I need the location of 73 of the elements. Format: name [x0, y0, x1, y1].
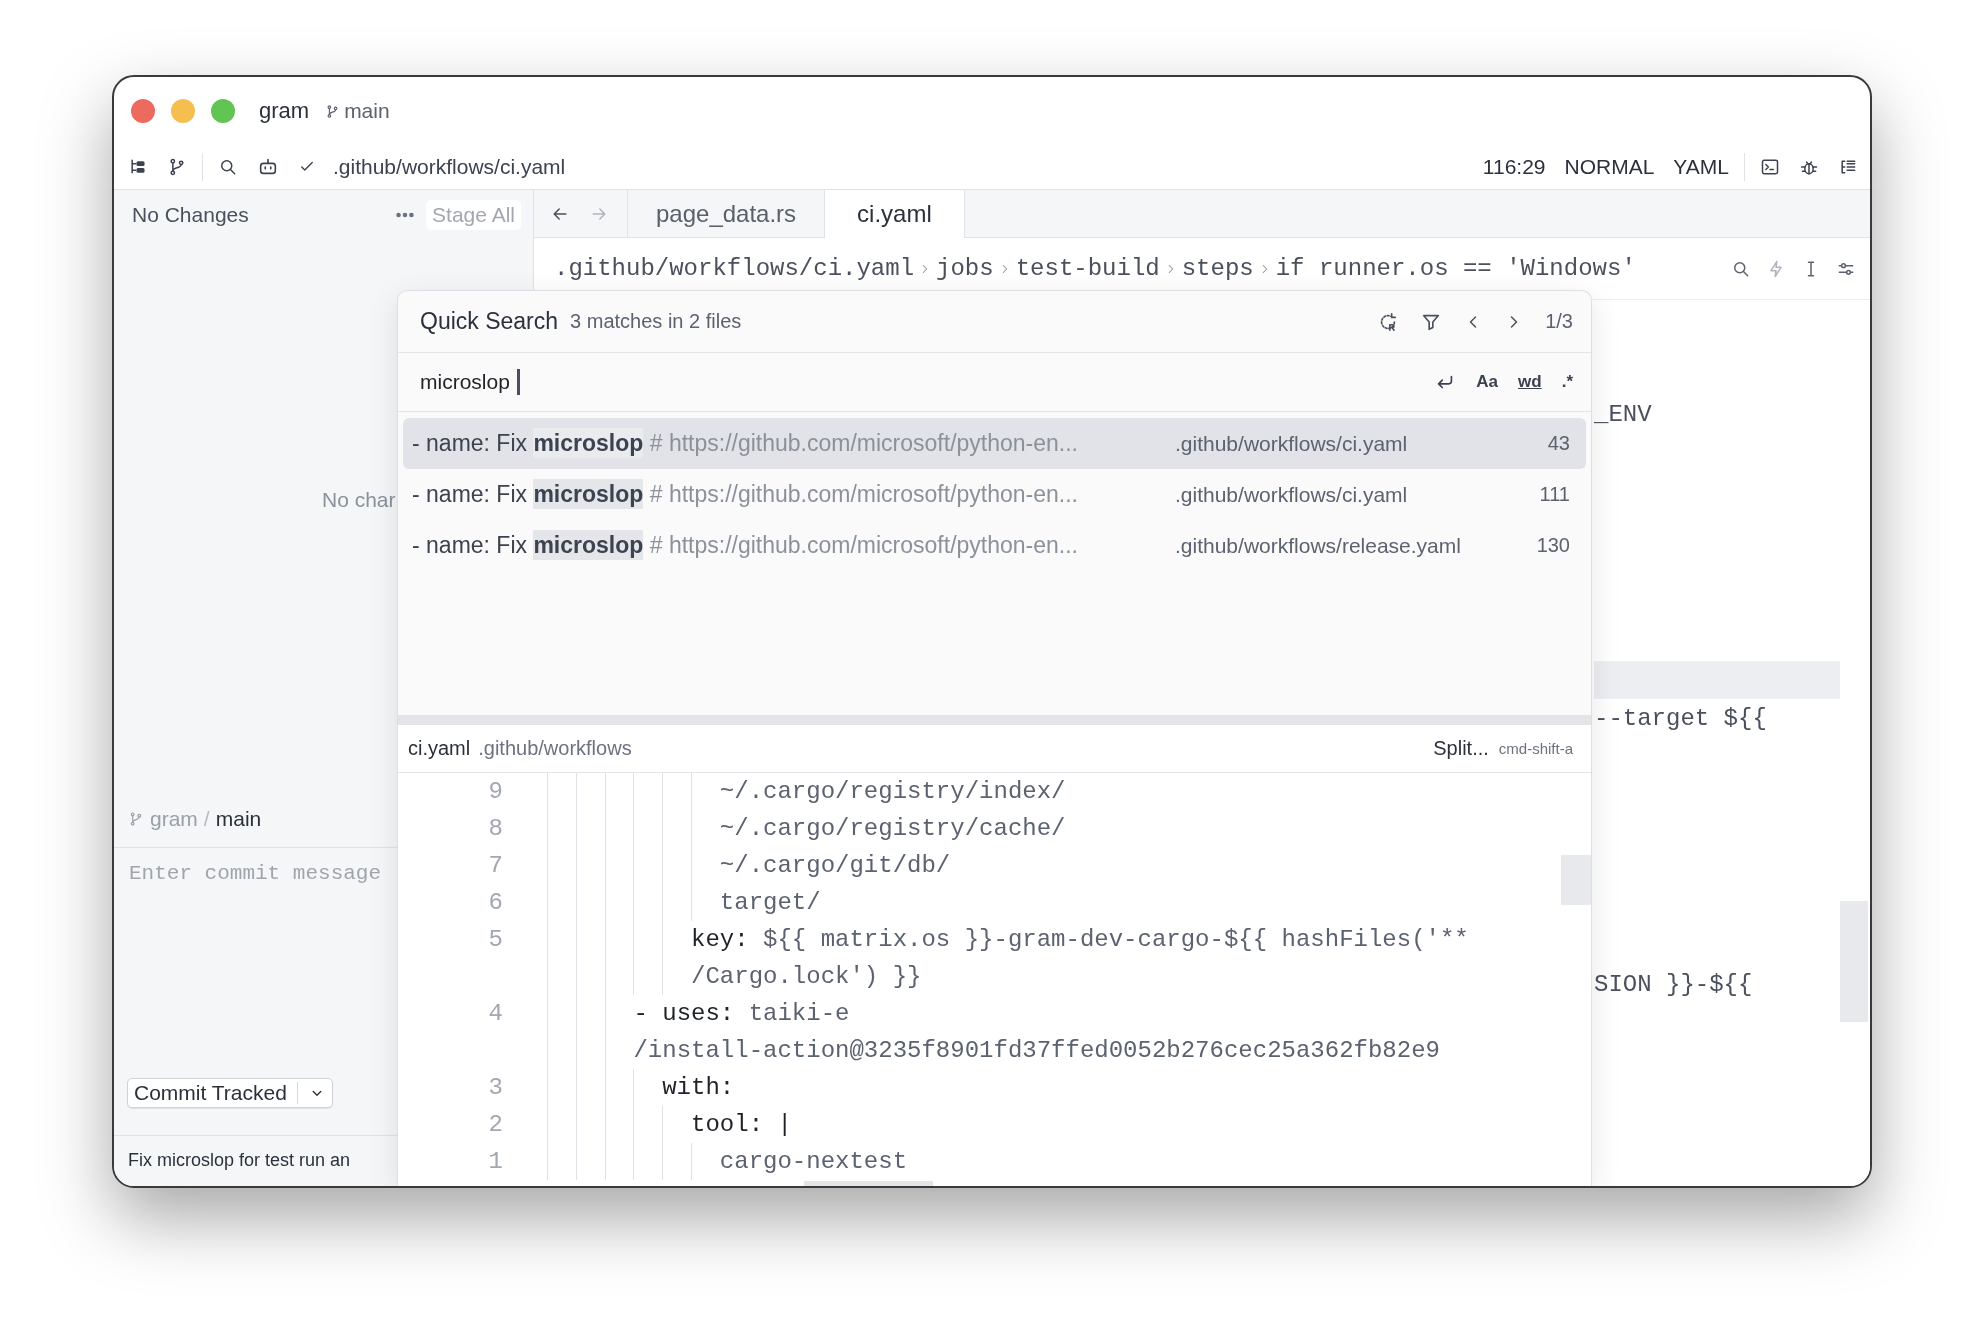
branch-name[interactable]: main [344, 99, 390, 123]
text-cursor [516, 369, 520, 395]
git-status: No Changes [132, 203, 249, 227]
code-line: _ENV [1594, 400, 1652, 428]
code-line: cargo-nextest [719, 1148, 908, 1175]
search-option[interactable]: Aa [1476, 372, 1499, 392]
cursor-position[interactable]: 116:29 [1482, 155, 1546, 179]
line-number: 8 [487, 815, 503, 842]
line-number: 7 [487, 852, 503, 879]
code-line: --target ${{ [1594, 704, 1767, 732]
close-button[interactable] [131, 99, 155, 123]
code-line: key: ${{ matrix.os }}-gram-dev-cargo-${{ hashFiles('** [691, 926, 1469, 953]
branch-name[interactable]: main [215, 807, 262, 831]
path-separator: / [203, 807, 210, 831]
breadcrumb[interactable]: if runner.os == 'Windows' [1275, 255, 1636, 282]
last-commit-message: Fix microslop for test run an [128, 1150, 351, 1170]
code-line: with: [662, 1074, 735, 1101]
file-path: .github/workflows/ci.yaml [1175, 431, 1409, 456]
search-icon[interactable] [218, 157, 238, 177]
window-title: gram [259, 98, 310, 124]
result-text: - name: Fix microslop # https://github.com/microsoft/python-en... [412, 532, 1079, 559]
line-number: 9 [487, 778, 503, 805]
vim-mode: NORMAL [1564, 155, 1655, 179]
terminal-icon[interactable] [1760, 157, 1780, 177]
keyboard-shortcut: cmd-shift-a [1498, 740, 1573, 757]
line-number: 130 [1536, 534, 1570, 557]
directory-path: .github/workflows [478, 737, 632, 760]
line-number: 3 [487, 1074, 503, 1101]
code-line: ~/.cargo/git/db/ [719, 852, 951, 879]
commit-message-field[interactable]: Enter commit message [129, 862, 399, 885]
line-number: 111 [1539, 483, 1570, 506]
scrollbar-thumb[interactable] [804, 1181, 933, 1186]
match-counter: 1/3 [1545, 310, 1573, 333]
file-path: .github/workflows/ci.yaml [333, 155, 566, 179]
code-line: SION }}-${{ [1594, 970, 1753, 998]
line-number: 2 [487, 1111, 503, 1138]
split-action[interactable]: Split... [1433, 737, 1489, 760]
code-line: tool: | [691, 1111, 792, 1138]
breadcrumb[interactable]: steps [1181, 255, 1254, 282]
code-line: /Cargo.lock') }} [691, 963, 922, 990]
match-summary: 3 matches in 2 files [570, 310, 742, 333]
language-mode[interactable]: YAML [1673, 155, 1729, 179]
code-line: - uses: taiki-e [633, 1000, 850, 1027]
search-result[interactable]: - name: Fix microslop # https://github.com/microsoft/python-en... .github/workflows/ci.yaml 43 [403, 418, 1586, 469]
line-number: 1 [487, 1148, 503, 1175]
code-line: ~/.cargo/registry/index/ [719, 778, 1066, 805]
search-option[interactable]: .* [1561, 372, 1573, 392]
search-result[interactable]: - name: Fix microslop # https://github.com/microsoft/python-en... .github/workflows/release.yaml 130 [403, 520, 1586, 571]
breadcrumb[interactable]: .github/workflows/ci.yaml [554, 255, 915, 282]
editor-tab[interactable]: ci.yaml [825, 190, 965, 238]
commit-button[interactable]: Commit Tracked [127, 1078, 333, 1108]
branch-icon [128, 811, 144, 827]
code-line: target/ [719, 889, 821, 916]
empty-message: No char [322, 488, 396, 511]
result-text: - name: Fix microslop # https://github.com/microsoft/python-en... [412, 481, 1079, 508]
line-number: 5 [487, 926, 503, 953]
code-line: ~/.cargo/registry/cache/ [719, 815, 1066, 842]
file-path: .github/workflows/release.yaml [1175, 533, 1462, 558]
search-field[interactable]: microslop [420, 370, 515, 394]
panel-title: Quick Search [420, 308, 559, 335]
file-path: .github/workflows/ci.yaml [1175, 482, 1409, 507]
search-result[interactable]: - name: Fix microslop # https://github.com/microsoft/python-en... .github/workflows/ci.yaml 111 [403, 469, 1586, 520]
line-number: 43 [1547, 432, 1570, 455]
breadcrumb[interactable]: test-build [1015, 255, 1160, 282]
line-number: 6 [487, 889, 503, 916]
scrollbar-thumb[interactable] [1561, 855, 1591, 905]
file-name: ci.yaml [408, 737, 471, 760]
search-option[interactable]: wd [1518, 372, 1542, 392]
line-number: 4 [487, 1000, 503, 1027]
result-text: - name: Fix microslop # https://github.com/microsoft/python-en... [412, 430, 1079, 457]
breadcrumb[interactable]: jobs [936, 255, 994, 282]
code-line: /install-action@3235f8901fd37ffed0052b276cec25a362fb82e9 [633, 1037, 1440, 1064]
outline-icon[interactable] [1838, 157, 1858, 177]
